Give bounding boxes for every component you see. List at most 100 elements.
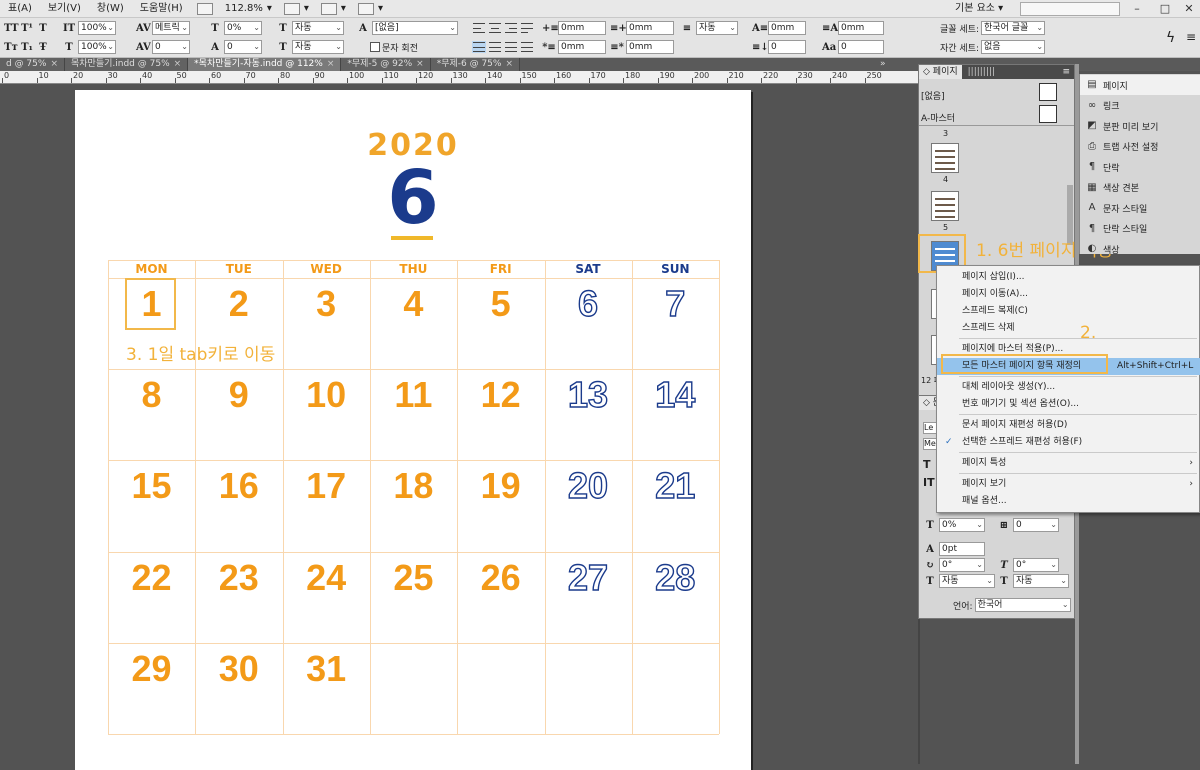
calendar-day[interactable]: 14 <box>632 374 719 415</box>
aki-right-field[interactable]: 자동 ⌄ <box>1013 574 1069 588</box>
calendar-day[interactable]: 10 <box>283 375 370 415</box>
space-after-field[interactable]: 0 <box>768 40 806 54</box>
all-caps-icon[interactable]: TT <box>4 23 19 34</box>
font-set-field[interactable]: 한국어 글꼴 ⌄ <box>981 21 1046 35</box>
lang-a-field[interactable]: 자동 ⌄ <box>292 21 344 35</box>
screen-mode-button[interactable]: ▾ <box>315 2 352 15</box>
calendar-day[interactable]: 24 <box>283 557 370 598</box>
leading-mode-field[interactable]: 자동 ⌄ <box>696 21 738 35</box>
align-right-icon[interactable] <box>504 22 518 34</box>
calendar-day[interactable]: 12 <box>457 375 544 415</box>
calendar-day[interactable]: 16 <box>195 466 282 506</box>
aki-left-field[interactable]: 자동 ⌄ <box>939 574 995 588</box>
pages-tab[interactable]: ◇ 페이지 <box>919 65 962 79</box>
calendar-day[interactable]: 25 <box>370 557 457 598</box>
tsume-field[interactable]: 0 ⌄ <box>1013 518 1059 532</box>
document-canvas[interactable]: 2020 6 MON TUE WED THU FRI SAT SUN 1 2 3 4 5 6 7 8 9 10 1… <box>0 84 918 770</box>
baseline-field[interactable]: 0 ⌄ <box>224 40 262 54</box>
context-menu-item[interactable]: 페이지 삽입(I)... <box>937 269 1200 286</box>
close-icon[interactable]: × <box>505 59 513 69</box>
calendar-day[interactable]: 2 <box>195 284 282 324</box>
doc-tab[interactable]: *무제-6 @ 75% × <box>430 58 520 71</box>
context-menu-item[interactable]: 페이지 이동(A)... <box>937 286 1200 303</box>
language-field[interactable]: 한국어 ⌄ <box>974 598 1071 612</box>
panel-item-pages[interactable]: ▤ 페이지 <box>1080 75 1200 95</box>
collapsed-tabs[interactable]: ||||||||| <box>968 67 995 77</box>
context-menu-item[interactable]: 대체 레이아웃 생성(Y)... <box>937 379 1200 396</box>
calendar-day[interactable]: 31 <box>283 648 370 689</box>
calendar-day[interactable]: 23 <box>195 557 282 598</box>
calendar-day[interactable]: 4 <box>370 284 457 324</box>
close-icon[interactable]: × <box>174 59 182 69</box>
panel-menu-icon[interactable]: ≡ <box>1186 30 1196 44</box>
menu-table[interactable]: 표(A) <box>0 0 40 18</box>
calendar-day[interactable]: 19 <box>457 466 544 506</box>
close-icon[interactable]: × <box>50 59 58 69</box>
context-menu-item[interactable]: 스프레드 복제(C) <box>937 303 1200 320</box>
master-a[interactable]: A-마스터 <box>921 111 955 124</box>
justify-right-icon[interactable] <box>504 41 518 53</box>
menu-help[interactable]: 도움말(H) <box>132 0 191 18</box>
indent-left-field[interactable]: 0mm <box>558 21 606 35</box>
bridge-button[interactable] <box>191 2 219 15</box>
page-thumb-5[interactable] <box>931 191 959 221</box>
master-none-thumb[interactable] <box>1039 83 1057 101</box>
calendar-day[interactable]: 15 <box>108 466 195 506</box>
spacing-set-field[interactable]: 없음 ⌄ <box>981 40 1046 54</box>
close-icon[interactable]: ✕ <box>1174 0 1200 18</box>
master-none[interactable]: [없음] <box>921 89 945 102</box>
panel-item-swatches[interactable]: ▦ 색상 견본 <box>1080 178 1200 198</box>
calendar-day[interactable]: 17 <box>283 466 370 506</box>
subscript-icon[interactable]: T₁ <box>20 42 34 53</box>
kerning-field[interactable]: 메트릭 ⌄ <box>152 21 190 35</box>
justify-center-icon[interactable] <box>488 41 502 53</box>
calendar-day[interactable]: 27 <box>545 556 632 597</box>
small-caps-icon[interactable]: Tт <box>4 42 18 53</box>
underline-icon[interactable]: T <box>36 23 50 34</box>
zoom-level[interactable]: 112.8% ▾ <box>219 3 278 14</box>
dropcap-a-field[interactable]: 0mm <box>768 21 806 35</box>
dropcap-b-field[interactable]: 0mm <box>838 21 884 35</box>
menu-view[interactable]: 보기(V) <box>40 0 89 18</box>
calendar-day[interactable]: 13 <box>545 374 632 415</box>
indent-first-field[interactable]: 0mm <box>558 40 606 54</box>
panel-menu-icon[interactable]: ≡ <box>1062 67 1070 77</box>
calendar-day[interactable]: 5 <box>457 284 544 324</box>
workspace-switcher[interactable]: 기본 요소 ▾ <box>955 0 1003 18</box>
calendar-day[interactable]: 8 <box>108 375 195 415</box>
master-a-thumb[interactable] <box>1039 105 1057 123</box>
calendar-day[interactable]: 20 <box>545 465 632 506</box>
baseline-shift-field[interactable]: 0pt <box>939 542 985 556</box>
align-left-icon[interactable] <box>472 22 486 34</box>
font-style-field[interactable]: Me <box>923 438 937 450</box>
view-options-button[interactable]: ▾ <box>278 2 315 15</box>
justify-all-icon[interactable] <box>472 41 486 53</box>
align-center-icon[interactable] <box>488 22 502 34</box>
panel-item-separation[interactable]: ◩ 분판 미리 보기 <box>1080 116 1200 136</box>
calendar-day[interactable]: 30 <box>195 648 282 689</box>
panel-item-para-style[interactable]: ¶ 단락 스타일 <box>1080 219 1200 239</box>
horizontal-ruler[interactable]: 0 10 20 30 40 50 60 70 80 90 100 110 120 130 140 150 160… <box>0 71 918 84</box>
calendar-day[interactable]: 7 <box>632 283 719 324</box>
calendar-day[interactable]: 6 <box>545 283 632 324</box>
doc-tab[interactable]: d @ 75% × <box>0 58 65 71</box>
doc-tab-active[interactable]: *목차만들기-자동.indd @ 112% × <box>188 58 342 71</box>
panel-item-color[interactable]: ◐ 색상 <box>1080 239 1200 259</box>
doc-tab[interactable]: 목차만들기.indd @ 75% × <box>65 58 189 71</box>
rotate-field[interactable]: 0° ⌄ <box>939 558 985 572</box>
tabs-overflow-icon[interactable]: » <box>880 58 886 71</box>
vertical-scale-field[interactable]: 100% ⌄ <box>78 21 116 35</box>
calendar-day[interactable]: 21 <box>632 465 719 506</box>
superscript-icon[interactable]: T¹ <box>20 23 34 34</box>
calendar-day[interactable]: 11 <box>370 375 457 415</box>
skew-field[interactable]: 0% ⌄ <box>224 21 262 35</box>
indent-right-field[interactable]: 0mm <box>626 21 674 35</box>
indent-last-field[interactable]: 0mm <box>626 40 674 54</box>
context-menu-item[interactable]: 패널 옵션... <box>937 493 1200 510</box>
char-rotate-checkbox[interactable] <box>370 42 380 52</box>
context-menu-item[interactable]: ✓ 선택한 스프레드 재편성 허용(F) <box>937 434 1200 451</box>
calendar-day[interactable]: 3 <box>283 284 370 324</box>
context-menu-item[interactable]: 페이지 보기 › <box>937 476 1200 493</box>
calendar-day[interactable]: 18 <box>370 466 457 506</box>
font-family-field[interactable]: Le <box>923 422 937 434</box>
